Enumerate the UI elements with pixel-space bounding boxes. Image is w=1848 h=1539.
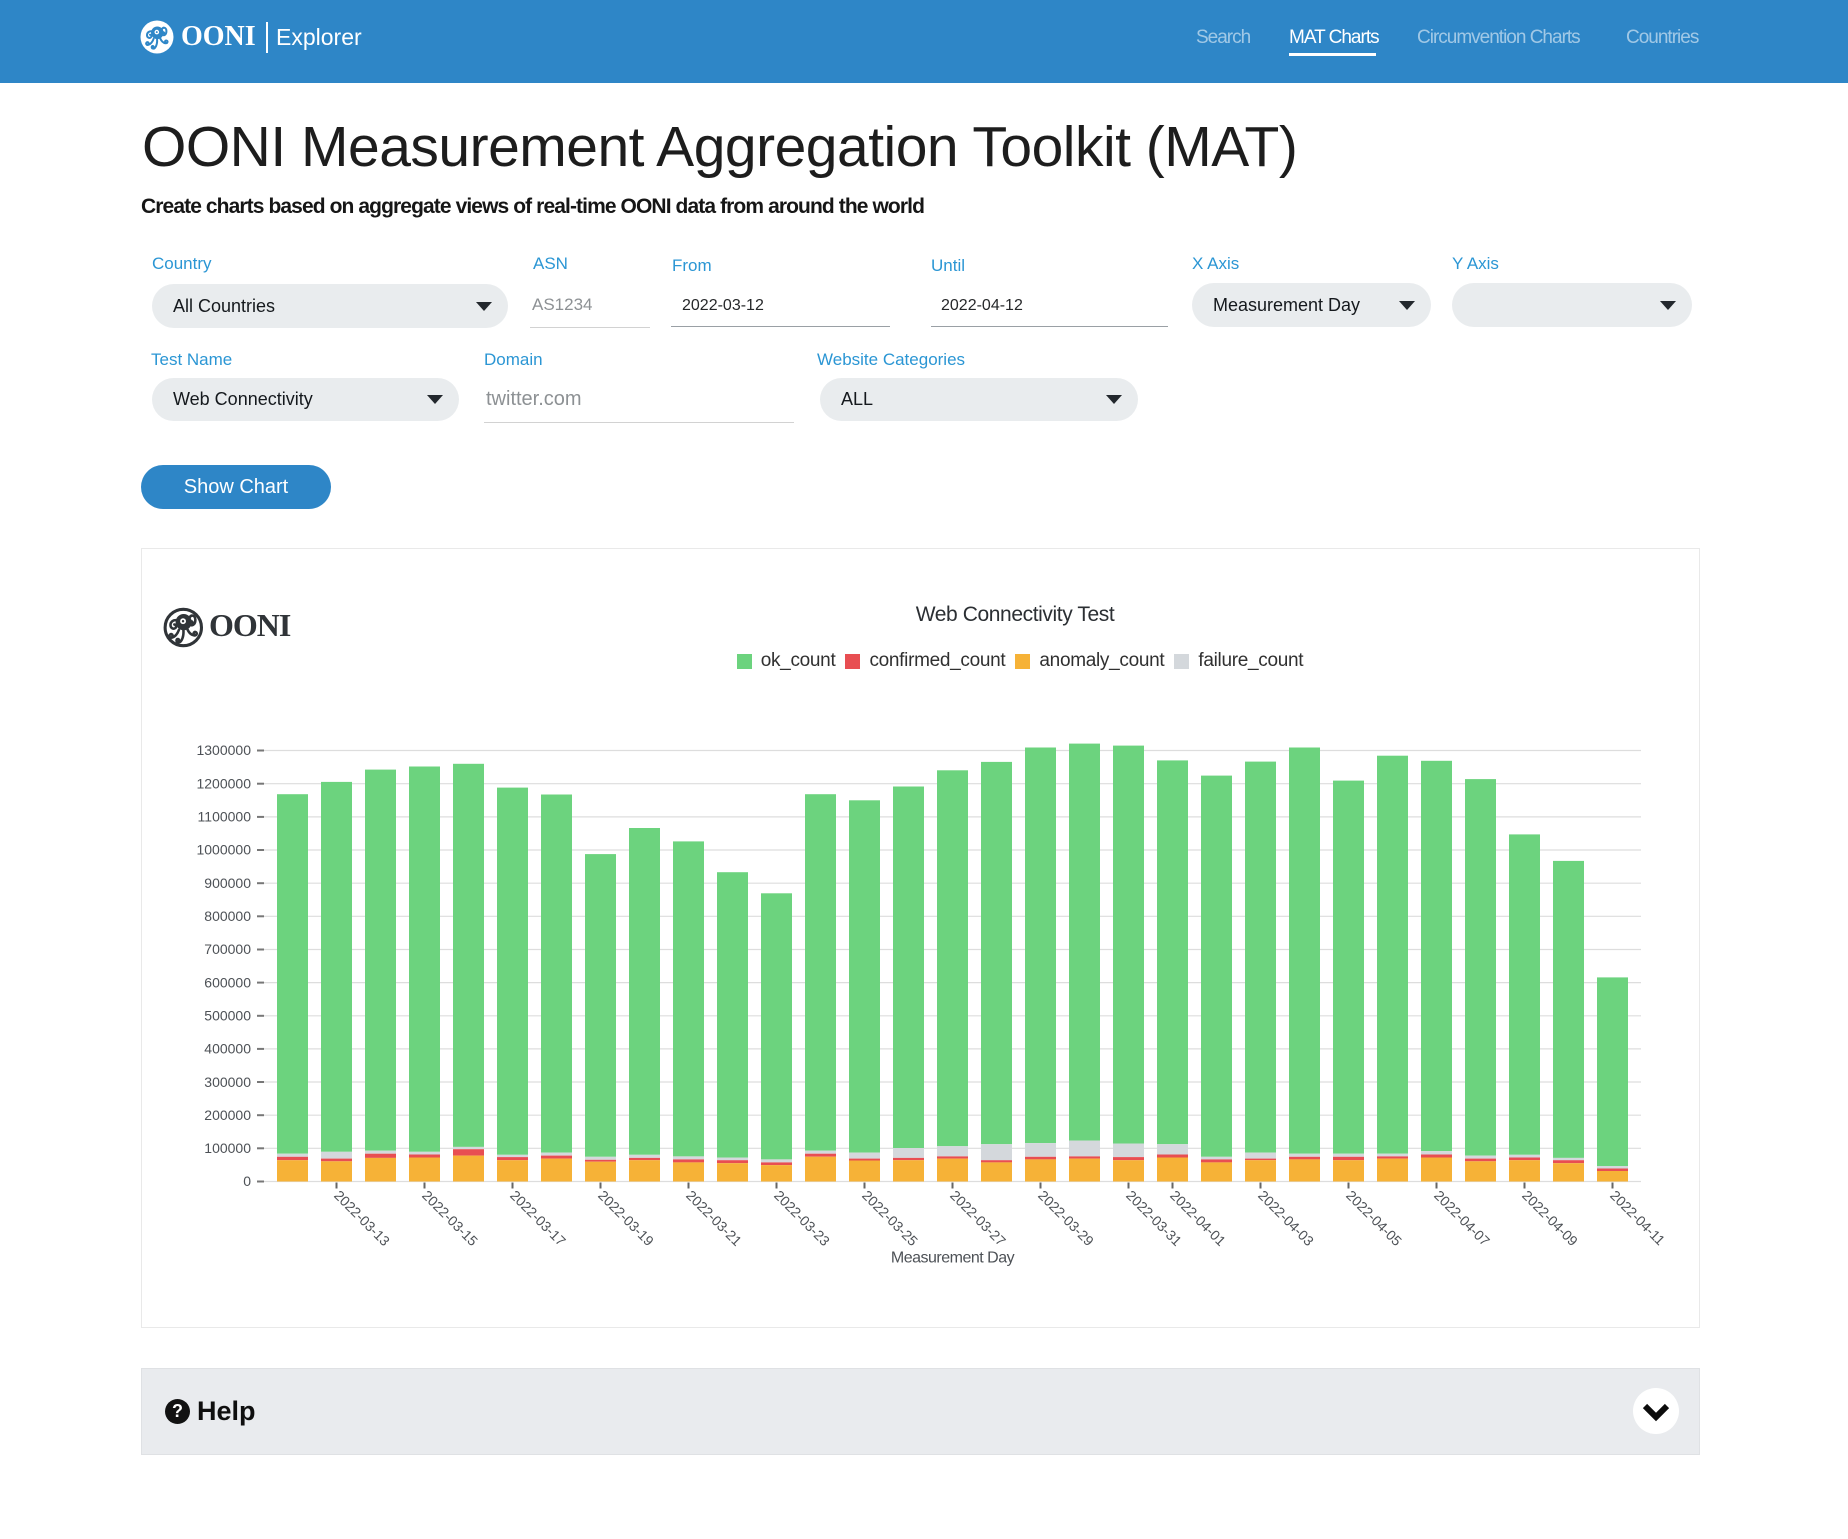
svg-text:600000: 600000: [204, 974, 251, 990]
svg-text:2022-04-03: 2022-04-03: [1255, 1187, 1317, 1249]
svg-text:100000: 100000: [204, 1140, 251, 1156]
svg-text:2022-03-19: 2022-03-19: [595, 1187, 657, 1249]
svg-text:2022-03-27: 2022-03-27: [947, 1187, 1009, 1249]
svg-text:200000: 200000: [204, 1107, 251, 1123]
svg-text:2022-04-09: 2022-04-09: [1519, 1187, 1581, 1249]
svg-text:2022-03-17: 2022-03-17: [507, 1187, 569, 1249]
svg-text:0: 0: [243, 1173, 251, 1189]
svg-text:2022-04-05: 2022-04-05: [1343, 1187, 1405, 1249]
svg-text:2022-03-21: 2022-03-21: [683, 1187, 745, 1249]
svg-text:2022-03-29: 2022-03-29: [1035, 1187, 1097, 1249]
svg-text:2022-03-25: 2022-03-25: [859, 1187, 921, 1249]
svg-text:2022-03-15: 2022-03-15: [419, 1187, 481, 1249]
svg-text:2022-03-23: 2022-03-23: [771, 1187, 833, 1249]
svg-text:400000: 400000: [204, 1041, 251, 1057]
svg-text:700000: 700000: [204, 941, 251, 957]
svg-text:800000: 800000: [204, 908, 251, 924]
svg-text:2022-03-13: 2022-03-13: [331, 1187, 393, 1249]
svg-text:500000: 500000: [204, 1008, 251, 1024]
svg-text:1000000: 1000000: [196, 842, 251, 858]
svg-text:1100000: 1100000: [198, 809, 252, 825]
svg-text:2022-04-07: 2022-04-07: [1431, 1187, 1493, 1249]
svg-text:900000: 900000: [204, 875, 251, 891]
svg-text:2022-04-11: 2022-04-11: [1607, 1187, 1668, 1248]
svg-text:Measurement Day: Measurement Day: [891, 1250, 1015, 1267]
svg-text:1300000: 1300000: [196, 742, 251, 758]
svg-text:1200000: 1200000: [196, 775, 251, 791]
svg-text:300000: 300000: [204, 1074, 251, 1090]
